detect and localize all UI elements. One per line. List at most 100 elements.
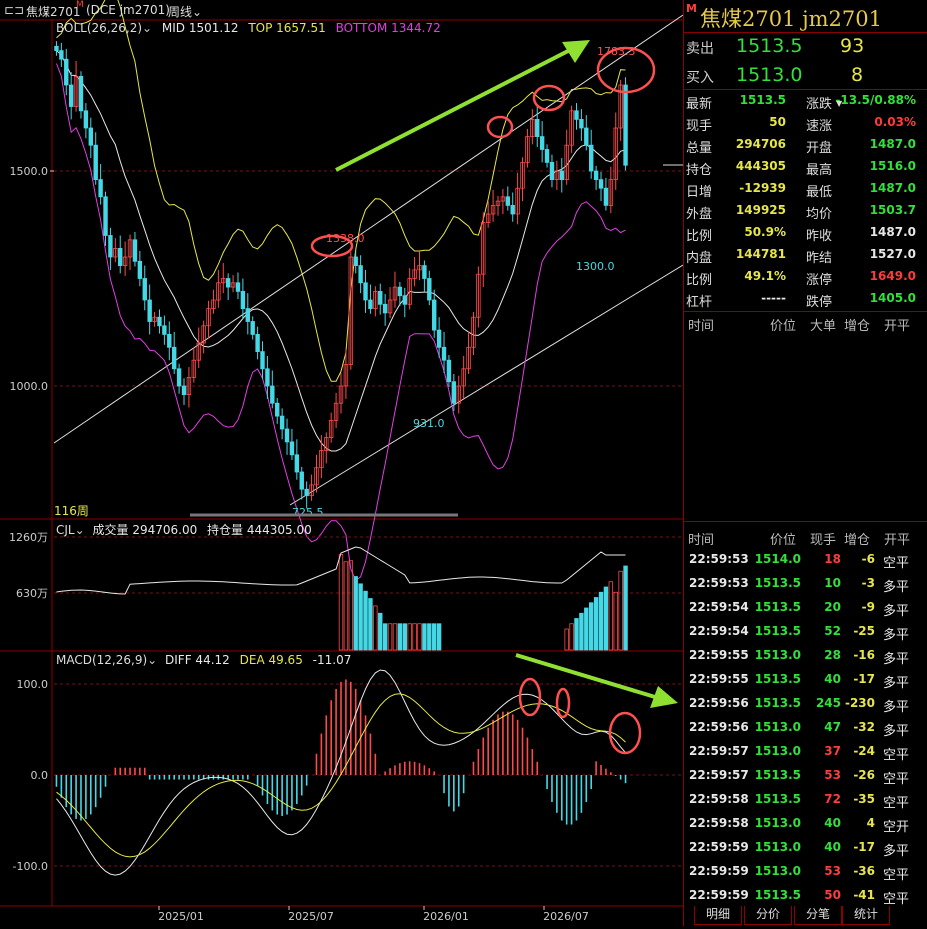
oi-value: 持仓量 444305.00 [207, 523, 312, 537]
candle-body [382, 303, 388, 314]
quote-value: 1405.0 [869, 291, 916, 305]
candle-body [240, 290, 246, 309]
volume-bar [338, 554, 344, 651]
volume-bar [373, 605, 378, 651]
candle-body [353, 256, 358, 267]
volume-bar [618, 570, 623, 651]
annotation-low: 725.5 [292, 506, 324, 519]
tick-chg: -41 [853, 888, 875, 902]
tick-type: 空平 [883, 892, 910, 907]
cjl-indicator[interactable]: CJL⌄ 成交量 294706.00 持仓量 444305.00 [56, 521, 312, 538]
tick-type: 空平 [883, 868, 910, 883]
boll-indicator[interactable]: BOLL(26,26,2)⌄ MID 1501.12 TOP 1657.51 B… [56, 21, 441, 35]
quote-value: 1487.0 [869, 137, 916, 151]
candle-body [304, 488, 309, 497]
candle-body [544, 149, 550, 163]
quote-value: 1503.7 [869, 203, 916, 217]
candle-body [535, 119, 540, 138]
candle-body [147, 299, 152, 322]
macd-value: -11.07 [312, 653, 352, 667]
boll-top: TOP 1657.51 [248, 21, 326, 35]
x-tick-label: 2025/01 [158, 910, 204, 923]
candle-body [559, 170, 564, 180]
tick-col: 现手 [810, 533, 837, 548]
x-tick-label: 2025/07 [288, 910, 334, 923]
boll-top-line [56, 0, 626, 382]
candle-body [103, 196, 108, 236]
candle-body [422, 265, 427, 279]
macd-indicator[interactable]: MACD(12,26,9)⌄ DIFF 44.12 DEA 49.65 -11.… [56, 653, 351, 667]
volume-bar [564, 628, 569, 651]
chart-canvas[interactable]: 1500.01000.01783.31338.01300.0931.0725.5… [0, 0, 684, 926]
candle-body [235, 282, 241, 292]
volume-bar [579, 612, 584, 651]
candle-body [294, 454, 300, 473]
macd-dea: DEA 49.65 [239, 653, 303, 667]
volume-bar [417, 623, 422, 651]
volume-bar [589, 602, 594, 651]
tick-type: 空平 [883, 556, 910, 571]
y-tick-label: 1500.0 [10, 165, 49, 178]
big-order-col: 开平 [884, 319, 911, 334]
tick-type: 多平 [883, 628, 910, 643]
volume-bar [623, 565, 628, 651]
quote-value: 1527.0 [869, 247, 916, 261]
tick-type: 多平 [883, 724, 910, 739]
macd-name: MACD(12,26,9) [56, 653, 148, 667]
candle-body [78, 76, 84, 112]
candle-body [589, 144, 594, 172]
divider [684, 521, 927, 522]
period-selector[interactable]: 周线⌄ [168, 3, 202, 20]
chart-area[interactable]: 1500.0 1000.0 1783.3 1338.0 1300.0 931.0 725.5… [0, 0, 684, 926]
tick-chg: -17 [853, 672, 875, 686]
tab-3[interactable]: 统计 [842, 906, 890, 925]
candle-body [510, 204, 515, 215]
volume-bar [382, 623, 388, 651]
candle-body [623, 84, 628, 166]
trend-arrow-head [650, 686, 678, 708]
quote-panel: M 焦煤2701 jm2701 卖出 1513.5 93 买入 1513.0 8… [683, 0, 927, 926]
volume-bar [436, 623, 442, 651]
candle-body [137, 260, 143, 279]
menu-icon[interactable]: ⊏⊐ [4, 3, 24, 17]
candle-body [270, 385, 275, 404]
volume-bar [584, 607, 589, 651]
big-order-col: 时间 [688, 319, 715, 334]
candle-body [579, 119, 584, 129]
contract-title: 焦煤2701 [26, 5, 81, 19]
candle-body [549, 161, 555, 180]
tick-type: 多平 [883, 844, 910, 859]
bid-label: 买入 [686, 70, 714, 86]
quote-value: 1487.0 [869, 225, 916, 239]
tick-chg: -32 [853, 720, 875, 734]
volume-bar [598, 591, 604, 651]
tick-chg: -9 [861, 600, 875, 614]
annotation-mark: 1300.0 [576, 260, 615, 273]
big-order-col: 增仓 [844, 319, 871, 334]
candle-body [260, 351, 265, 370]
volume-bar [378, 612, 383, 651]
tick-type: 多平 [883, 580, 910, 595]
tick-type: 空平 [883, 796, 910, 811]
volume-bar [353, 576, 358, 651]
tab-2[interactable]: 分笔 [794, 906, 842, 925]
tick-type: 多平 [883, 676, 910, 691]
quote-header: M 焦煤2701 jm2701 [684, 0, 927, 33]
tick-type: 多平 [883, 652, 910, 667]
tab-1[interactable]: 分价 [744, 906, 792, 925]
volume-bar [427, 623, 432, 651]
tick-type: 空平 [883, 748, 910, 763]
chevron-down-icon: ▼ [836, 99, 843, 108]
candle-body [363, 282, 368, 301]
volume-bar [368, 598, 373, 651]
tick-type: 空平 [883, 772, 910, 787]
highlight-circle [608, 711, 642, 755]
candle-body [279, 415, 285, 430]
tab-0[interactable]: 明细 [694, 906, 742, 925]
contract-code: (DCE jm2701) [86, 3, 170, 17]
tick-chg: -16 [853, 648, 875, 662]
candle-body [88, 127, 93, 146]
candle-body [299, 471, 304, 490]
volume-value: 成交量 294706.00 [92, 523, 198, 537]
volume-bar [608, 581, 614, 651]
